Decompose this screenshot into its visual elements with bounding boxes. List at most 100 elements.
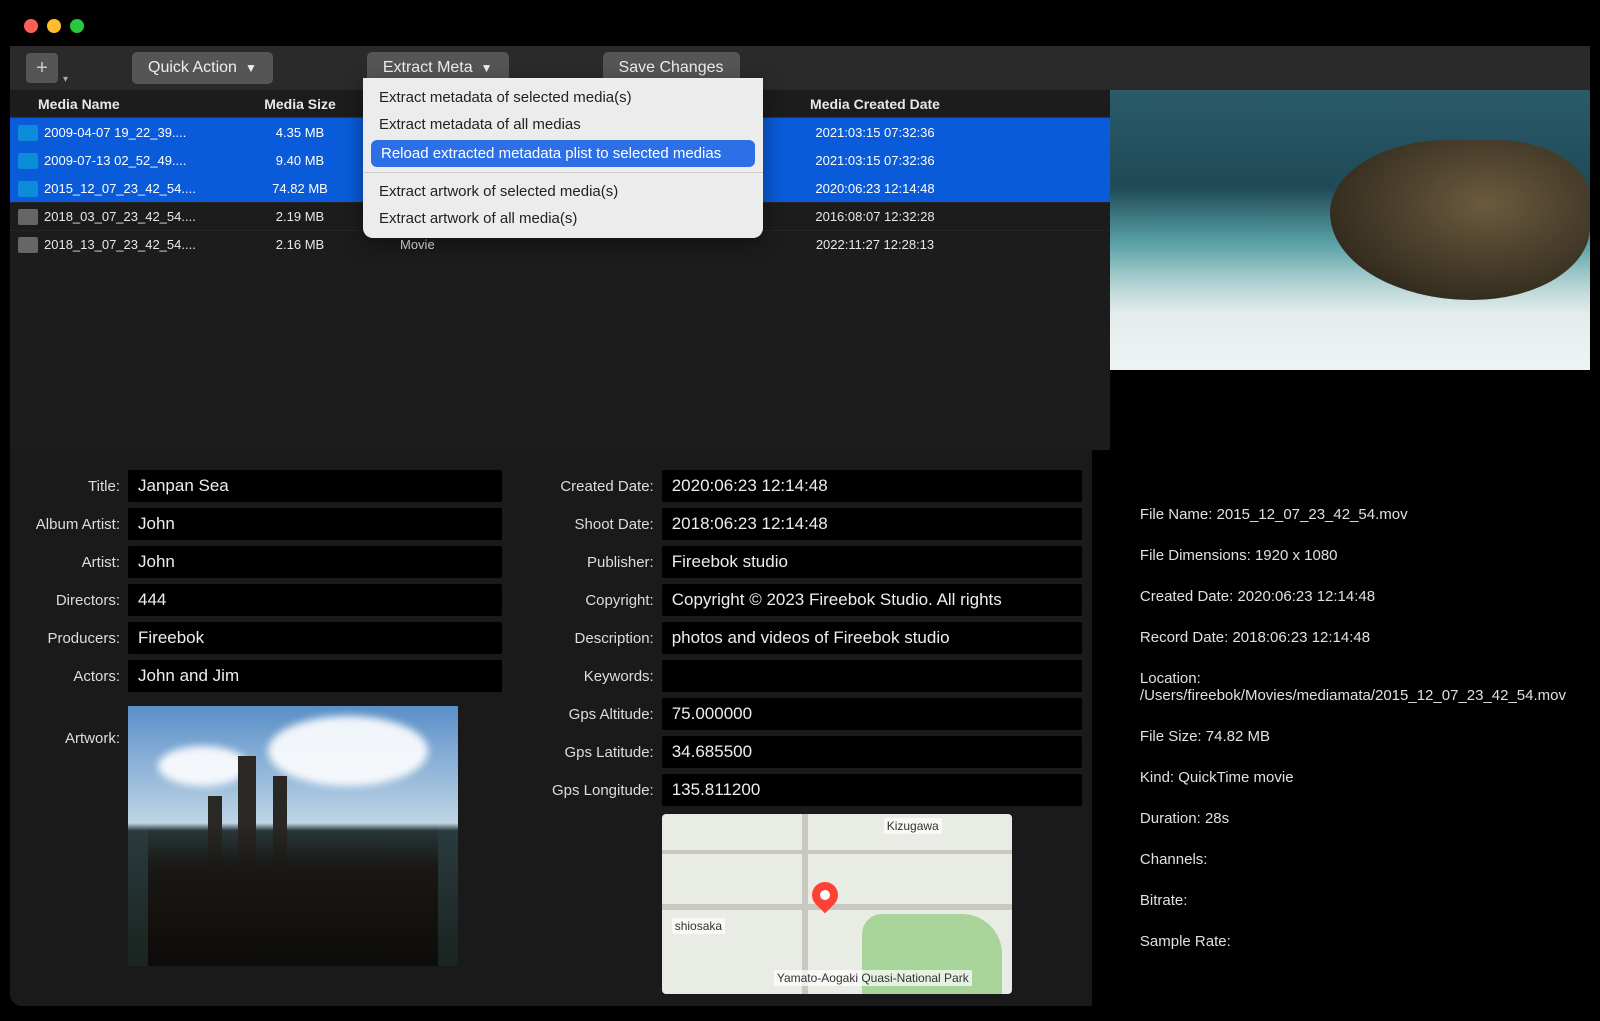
- map-label: Yamato-Aogaki Quasi-National Park: [774, 970, 972, 986]
- copyright-input[interactable]: Copyright © 2023 Fireebok Studio. All ri…: [662, 584, 1082, 616]
- cell-size: 4.35 MB: [220, 125, 380, 140]
- publisher-input[interactable]: Fireebok studio: [662, 546, 1082, 578]
- map-label: Kizugawa: [884, 818, 942, 834]
- cell-date: 2022:11:27 12:28:13: [770, 237, 980, 252]
- media-icon: [18, 153, 38, 169]
- location-map[interactable]: Kizugawa shiosaka Yamato-Aogaki Quasi-Na…: [662, 814, 1012, 994]
- titlebar: [10, 6, 1590, 46]
- title-input[interactable]: Janpan Sea: [128, 470, 502, 502]
- directors-input[interactable]: 444: [128, 584, 502, 616]
- info-filename-label: File Name:: [1140, 506, 1217, 523]
- created-date-input[interactable]: 2020:06:23 12:14:48: [662, 470, 1082, 502]
- cell-date: 2016:08:07 12:32:28: [770, 209, 980, 224]
- info-size: 74.82 MB: [1206, 728, 1270, 745]
- media-icon: [18, 209, 38, 225]
- gps-longitude-label: Gps Longitude:: [512, 782, 662, 799]
- col-media-name[interactable]: Media Name: [10, 96, 220, 112]
- info-location: /Users/fireebok/Movies/mediamata/2015_12…: [1140, 687, 1566, 704]
- metadata-middle-panel: Created Date:2020:06:23 12:14:48 Shoot D…: [512, 450, 1092, 1006]
- keywords-input[interactable]: [662, 660, 1082, 692]
- cell-name: 2009-07-13 02_52_49....: [44, 153, 220, 168]
- col-media-created-date[interactable]: Media Created Date: [770, 96, 980, 112]
- shoot-date-input[interactable]: 2018:06:23 12:14:48: [662, 508, 1082, 540]
- info-dimensions: 1920 x 1080: [1255, 547, 1338, 564]
- dropdown-item[interactable]: Extract artwork of selected media(s): [363, 178, 763, 205]
- col-media-size[interactable]: Media Size: [220, 96, 380, 112]
- info-kind: QuickTime movie: [1178, 769, 1293, 786]
- chevron-down-icon: ▼: [245, 61, 257, 75]
- extract-meta-dropdown[interactable]: Extract metadata of selected media(s)Ext…: [363, 78, 763, 238]
- dropdown-item[interactable]: Extract metadata of all medias: [363, 111, 763, 138]
- metadata-left-panel: Title:Janpan Sea Album Artist:John Artis…: [10, 450, 512, 1006]
- cell-size: 2.19 MB: [220, 209, 380, 224]
- title-label: Title:: [20, 478, 128, 495]
- info-filename: 2015_12_07_23_42_54.mov: [1217, 506, 1408, 523]
- toolbar: + ▾ Quick Action ▼ Extract Meta ▼ Save C…: [10, 46, 1590, 90]
- cell-date: 2021:03:15 07:32:36: [770, 125, 980, 140]
- preview-pane: [1110, 90, 1590, 450]
- info-duration-label: Duration:: [1140, 810, 1205, 827]
- chevron-down-icon: ▾: [63, 74, 68, 85]
- producers-input[interactable]: Fireebok: [128, 622, 502, 654]
- artwork-image[interactable]: [128, 706, 458, 966]
- artist-label: Artist:: [20, 554, 128, 571]
- artist-input[interactable]: John: [128, 546, 502, 578]
- preview-image: [1110, 90, 1590, 370]
- created-date-label: Created Date:: [512, 478, 662, 495]
- gps-latitude-input[interactable]: 34.685500: [662, 736, 1082, 768]
- copyright-label: Copyright:: [512, 592, 662, 609]
- description-input[interactable]: photos and videos of Fireebok studio: [662, 622, 1082, 654]
- info-channels-label: Channels:: [1140, 851, 1208, 868]
- extract-meta-label: Extract Meta: [383, 59, 473, 77]
- cell-type: Movie: [380, 237, 570, 252]
- description-label: Description:: [512, 630, 662, 647]
- gps-altitude-label: Gps Altitude:: [512, 706, 662, 723]
- cell-name: 2018_13_07_23_42_54....: [44, 237, 220, 252]
- info-sample-label: Sample Rate:: [1140, 933, 1231, 950]
- fullscreen-window-button[interactable]: [70, 19, 84, 33]
- info-dimensions-label: File Dimensions:: [1140, 547, 1255, 564]
- info-created: 2020:06:23 12:14:48: [1237, 588, 1375, 605]
- info-location-label: Location:: [1140, 670, 1205, 687]
- producers-label: Producers:: [20, 630, 128, 647]
- dropdown-item[interactable]: Reload extracted metadata plist to selec…: [371, 140, 755, 167]
- close-window-button[interactable]: [24, 19, 38, 33]
- actors-label: Actors:: [20, 668, 128, 685]
- artwork-label: Artwork:: [20, 706, 128, 966]
- map-label: shiosaka: [672, 918, 725, 934]
- album-artist-input[interactable]: John: [128, 508, 502, 540]
- info-bitrate-label: Bitrate:: [1140, 892, 1188, 909]
- directors-label: Directors:: [20, 592, 128, 609]
- info-duration: 28s: [1205, 810, 1229, 827]
- gps-altitude-input[interactable]: 75.000000: [662, 698, 1082, 730]
- save-changes-label: Save Changes: [619, 59, 724, 77]
- cell-date: 2021:03:15 07:32:36: [770, 153, 980, 168]
- gps-longitude-input[interactable]: 135.811200: [662, 774, 1082, 806]
- dropdown-item[interactable]: Extract metadata of selected media(s): [363, 84, 763, 111]
- info-record-label: Record Date:: [1140, 629, 1233, 646]
- info-size-label: File Size:: [1140, 728, 1206, 745]
- album-artist-label: Album Artist:: [20, 516, 128, 533]
- cell-size: 74.82 MB: [220, 181, 380, 196]
- actors-input[interactable]: John and Jim: [128, 660, 502, 692]
- gps-latitude-label: Gps Latitude:: [512, 744, 662, 761]
- add-button[interactable]: + ▾: [26, 53, 58, 83]
- minimize-window-button[interactable]: [47, 19, 61, 33]
- publisher-label: Publisher:: [512, 554, 662, 571]
- info-record: 2018:06:23 12:14:48: [1232, 629, 1370, 646]
- keywords-label: Keywords:: [512, 668, 662, 685]
- plus-icon: +: [36, 57, 48, 80]
- dropdown-item[interactable]: Extract artwork of all media(s): [363, 205, 763, 232]
- cell-size: 2.16 MB: [220, 237, 380, 252]
- media-table-area: Media Name Media Size M Media Album Medi…: [10, 90, 1590, 450]
- quick-action-button[interactable]: Quick Action ▼: [132, 52, 273, 84]
- media-icon: [18, 181, 38, 197]
- info-kind-label: Kind:: [1140, 769, 1178, 786]
- media-icon: [18, 237, 38, 253]
- cell-name: 2018_03_07_23_42_54....: [44, 209, 220, 224]
- chevron-down-icon: ▼: [481, 61, 493, 75]
- cell-name: 2009-04-07 19_22_39....: [44, 125, 220, 140]
- quick-action-label: Quick Action: [148, 59, 237, 77]
- cell-size: 9.40 MB: [220, 153, 380, 168]
- cell-date: 2020:06:23 12:14:48: [770, 181, 980, 196]
